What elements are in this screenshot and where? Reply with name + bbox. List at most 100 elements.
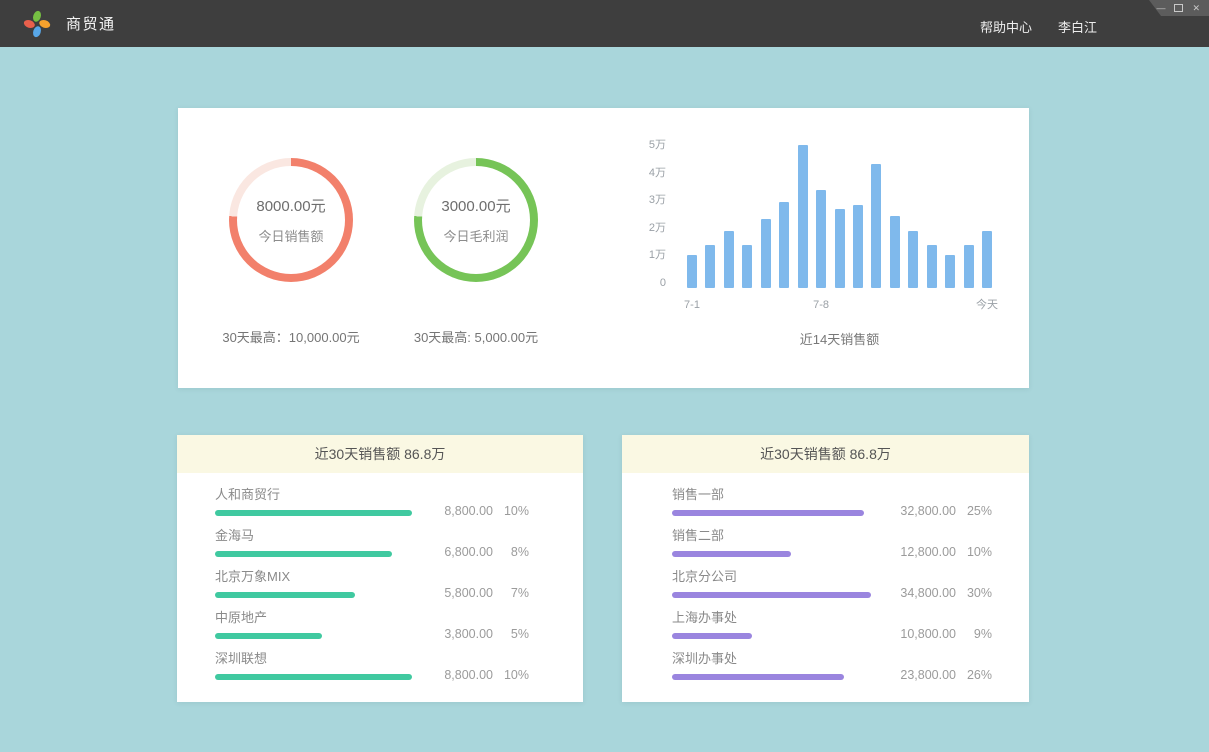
rank-item-value: 12,800.00 — [900, 545, 956, 559]
today-sales-donut-chart: 8000.00元 今日销售额 — [229, 158, 353, 282]
rank-item-name: 销售一部 — [672, 487, 992, 503]
customer-rank-list: 人和商贸行 8,800.00 10% 金海马 6,800.00 8% 北京万象M… — [177, 473, 583, 680]
y-axis-tick: 4万 — [638, 166, 666, 180]
y-axis-tick: 1万 — [638, 248, 666, 262]
rank-row: 深圳联想 8,800.00 10% — [215, 651, 529, 680]
rank-item-bar — [215, 510, 412, 516]
sales-bar — [853, 205, 863, 288]
rank-item-name: 北京分公司 — [672, 569, 992, 585]
nav-user-name[interactable]: 李白江 — [1058, 17, 1097, 36]
rank-item-percent: 30% — [956, 586, 992, 600]
pinwheel-logo-icon — [22, 9, 52, 39]
sales-bar-plot — [687, 136, 992, 288]
today-profit-label: 今日毛利润 — [443, 226, 508, 245]
rank-item-name: 深圳办事处 — [672, 651, 992, 667]
minimize-icon[interactable]: — — [1156, 3, 1165, 13]
rank-item-percent: 8% — [493, 545, 529, 559]
sales-bar — [908, 231, 918, 288]
rank-item-bar — [672, 510, 864, 516]
today-sales-30day-max: 30天最高：10,000.00元 — [198, 327, 384, 346]
maximize-icon[interactable] — [1174, 4, 1183, 12]
rank-item-value: 8,800.00 — [444, 504, 493, 518]
rank-item-value: 32,800.00 — [900, 504, 956, 518]
y-axis-tick: 2万 — [638, 221, 666, 235]
sales-bar — [816, 190, 826, 288]
rank-row: 北京分公司 34,800.00 30% — [672, 569, 992, 598]
rank-row: 北京万象MIX 5,800.00 7% — [215, 569, 529, 598]
rank-item-bar — [215, 674, 412, 680]
rank-row: 销售一部 32,800.00 25% — [672, 487, 992, 516]
rank-item-percent: 7% — [493, 586, 529, 600]
nav-help-center[interactable]: 帮助中心 — [980, 17, 1032, 36]
today-profit-donut-block: 3000.00元 今日毛利润 30天最高: 5,000.00元 — [383, 158, 569, 346]
rank-item-value: 23,800.00 — [900, 668, 956, 682]
customer-rank-card: 近30天销售额 86.8万 人和商贸行 8,800.00 10% 金海马 6,8… — [177, 435, 583, 702]
rank-item-name: 销售二部 — [672, 528, 992, 544]
rank-row: 深圳办事处 23,800.00 26% — [672, 651, 992, 680]
rank-item-percent: 10% — [493, 668, 529, 682]
rank-item-bar — [215, 551, 392, 557]
sales-bar — [945, 255, 955, 288]
sales-bar — [798, 145, 808, 289]
app-title: 商贸通 — [66, 13, 116, 34]
y-axis-tick: 3万 — [638, 193, 666, 207]
rank-item-bar — [672, 551, 791, 557]
daily-sales-bar-chart: 0 1万 2万 3万 4万 5万 7-1 7-8 今天 近14天销售额 — [638, 108, 998, 388]
top-nav: 帮助中心 李白江 — [980, 12, 1097, 36]
today-profit-30day-max: 30天最高: 5,000.00元 — [383, 327, 569, 346]
rank-item-value: 8,800.00 — [444, 668, 493, 682]
rank-item-percent: 10% — [493, 504, 529, 518]
sales-bar — [742, 245, 752, 288]
sales-bar — [871, 164, 881, 288]
dashboard-page: 8000.00元 今日销售额 30天最高：10,000.00元 3000.00元… — [0, 47, 1209, 752]
close-icon[interactable]: ✕ — [1192, 3, 1200, 13]
rank-item-name: 金海马 — [215, 528, 529, 544]
sales-bar — [779, 202, 789, 288]
x-axis-label: 今天 — [976, 298, 998, 312]
rank-item-name: 中原地产 — [215, 610, 529, 626]
rank-item-name: 人和商贸行 — [215, 487, 529, 503]
rank-item-value: 3,800.00 — [444, 627, 493, 641]
department-rank-card: 近30天销售额 86.8万 销售一部 32,800.00 25% 销售二部 12… — [622, 435, 1029, 702]
today-profit-value: 3000.00元 — [441, 195, 510, 216]
rank-item-name: 深圳联想 — [215, 651, 529, 667]
sales-bar — [687, 255, 697, 288]
top-bar: 商贸通 帮助中心 李白江 — ✕ — [0, 0, 1209, 47]
rank-item-percent: 5% — [493, 627, 529, 641]
rank-item-value: 10,800.00 — [900, 627, 956, 641]
today-sales-label: 今日销售额 — [258, 226, 323, 245]
y-axis-tick: 0 — [638, 276, 666, 290]
today-profit-donut-chart: 3000.00元 今日毛利润 — [414, 158, 538, 282]
rank-item-bar — [215, 633, 322, 639]
rank-item-bar — [672, 592, 871, 598]
rank-item-bar — [672, 633, 752, 639]
brand: 商贸通 — [22, 9, 116, 39]
rank-item-bar — [215, 592, 355, 598]
sales-bar — [890, 216, 900, 288]
rank-row: 人和商贸行 8,800.00 10% — [215, 487, 529, 516]
today-sales-value: 8000.00元 — [256, 195, 325, 216]
y-axis-tick: 5万 — [638, 138, 666, 152]
sales-bar — [927, 245, 937, 288]
sales-bar — [724, 231, 734, 288]
rank-item-name: 北京万象MIX — [215, 569, 529, 585]
bar-chart-title: 近14天销售额 — [687, 329, 992, 348]
department-rank-title: 近30天销售额 86.8万 — [622, 435, 1029, 473]
customer-rank-title: 近30天销售额 86.8万 — [177, 435, 583, 473]
window-controls: — ✕ — [1149, 0, 1209, 16]
sales-bar — [964, 245, 974, 288]
rank-row: 销售二部 12,800.00 10% — [672, 528, 992, 557]
rank-row: 中原地产 3,800.00 5% — [215, 610, 529, 639]
x-axis-label: 7-1 — [684, 298, 700, 312]
rank-item-value: 5,800.00 — [444, 586, 493, 600]
rank-item-percent: 9% — [956, 627, 992, 641]
today-sales-donut-block: 8000.00元 今日销售额 30天最高：10,000.00元 — [198, 158, 384, 346]
sales-bar — [761, 219, 771, 288]
rank-row: 上海办事处 10,800.00 9% — [672, 610, 992, 639]
x-axis-label: 7-8 — [813, 298, 829, 312]
department-rank-list: 销售一部 32,800.00 25% 销售二部 12,800.00 10% 北京… — [622, 473, 1029, 680]
rank-row: 金海马 6,800.00 8% — [215, 528, 529, 557]
sales-bar — [705, 245, 715, 288]
rank-item-bar — [672, 674, 844, 680]
rank-item-percent: 26% — [956, 668, 992, 682]
